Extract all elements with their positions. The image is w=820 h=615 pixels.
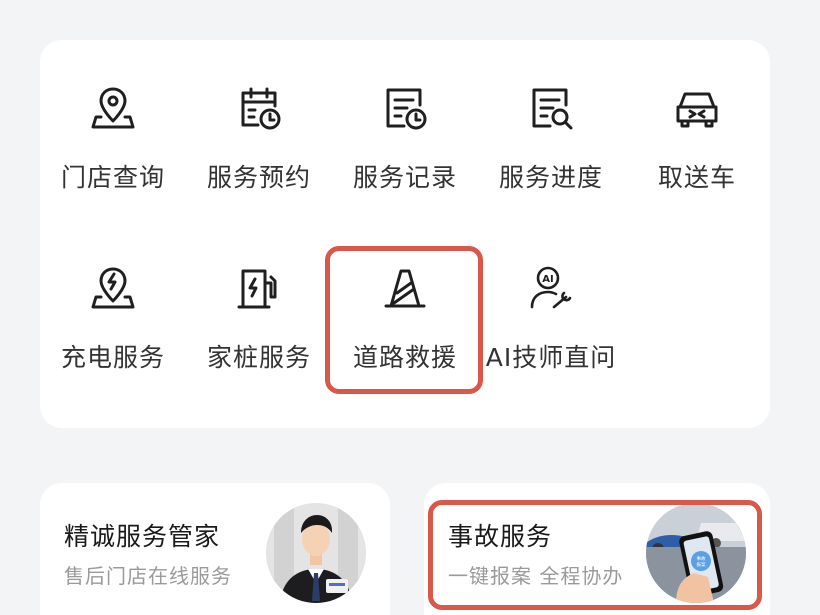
service-home-charger[interactable]: 家桩服务 [186,220,332,380]
service-progress[interactable]: 服务进度 [478,40,624,200]
butler-title: 精诚服务管家 [64,522,221,551]
progress-search-icon [523,80,579,136]
service-label: AI技师直问 [485,343,617,372]
ai-technician-icon: AI [523,260,579,316]
calendar-clock-icon [231,80,287,136]
service-records[interactable]: 服务记录 [332,40,478,200]
service-pickup-delivery[interactable]: 取送车 [624,40,770,200]
store-location-icon [85,80,141,136]
service-label: 门店查询 [60,163,165,192]
service-ai-technician[interactable]: AI AI技师直问 [478,220,624,380]
highlight-box [325,246,483,394]
service-label: 充电服务 [60,343,165,372]
butler-service-card[interactable]: 精诚服务管家 售后门店在线服务 [40,483,390,615]
service-label: 服务预约 [206,163,311,192]
record-clock-icon [377,80,433,136]
service-label: 取送车 [657,163,736,192]
car-pickup-icon [669,80,725,136]
butler-subtitle: 售后门店在线服务 [64,564,232,588]
service-store-query[interactable]: 门店查询 [40,40,186,200]
service-label: 服务进度 [498,163,603,192]
butler-avatar [266,503,366,603]
home-charger-icon [231,260,287,316]
charging-location-icon [85,260,141,316]
svg-text:AI: AI [542,274,553,285]
service-label: 家桩服务 [206,343,311,372]
service-charging[interactable]: 充电服务 [40,220,186,380]
service-appointment[interactable]: 服务预约 [186,40,332,200]
highlight-box [428,500,762,610]
service-label: 服务记录 [352,163,457,192]
